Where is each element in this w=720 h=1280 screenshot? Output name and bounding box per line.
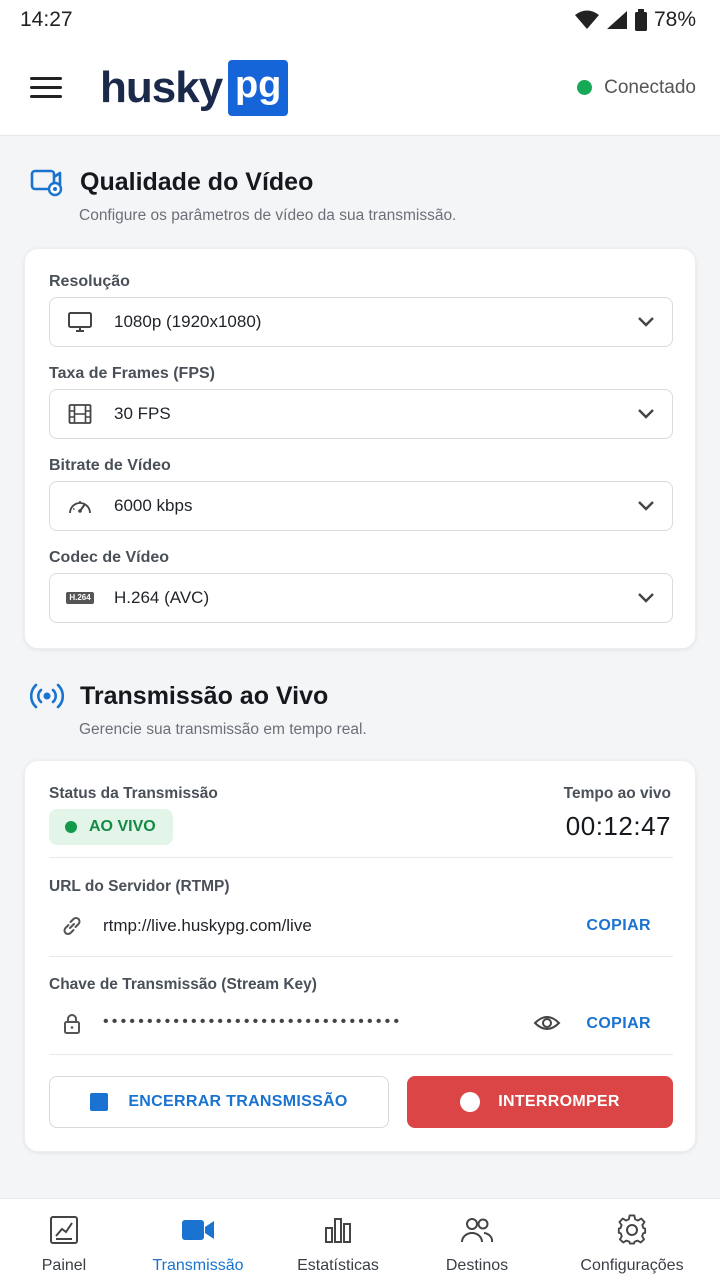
- divider: [49, 857, 673, 858]
- live-time-label: Tempo ao vivo: [563, 785, 671, 802]
- end-stream-button[interactable]: ENCERRAR TRANSMISSÃO: [49, 1076, 389, 1128]
- fps-select[interactable]: 30 FPS: [49, 389, 673, 439]
- resolution-value: 1080p (1920x1080): [114, 312, 262, 331]
- battery-icon: [634, 9, 647, 31]
- video-camera-icon: [181, 1213, 215, 1247]
- stream-status-label: Status da Transmissão: [49, 785, 218, 802]
- nav-item-estatisticas[interactable]: Estatísticas: [283, 1199, 393, 1280]
- signal-icon: [606, 11, 627, 29]
- codec-badge-icon: H.264: [66, 584, 94, 612]
- codec-label: Codec de Vídeo: [49, 549, 170, 566]
- live-header: Transmissão ao Vivo: [30, 681, 328, 711]
- menu-icon-line: [30, 86, 62, 89]
- nav-label: Configurações: [580, 1257, 684, 1274]
- status-badge-text: AO VIVO: [89, 818, 156, 835]
- bottom-nav: Painel Transmissão Estatísticas Destinos…: [0, 1198, 720, 1280]
- nav-label: Painel: [41, 1257, 87, 1274]
- stream-key-label: Chave de Transmissão (Stream Key): [49, 976, 317, 993]
- stop-square-icon: [90, 1093, 109, 1111]
- menu-button[interactable]: [30, 72, 62, 104]
- app-bar: husky pg Conectado: [0, 40, 720, 136]
- bitrate-label: Bitrate de Vídeo: [49, 457, 171, 474]
- interrupt-label: INTERROMPER: [498, 1093, 620, 1110]
- stream-key-value: ••••••••••••••••••••••••••••••••••: [103, 1013, 403, 1030]
- logo-wordmark: husky: [100, 62, 223, 112]
- menu-icon-line: [30, 77, 62, 80]
- copy-key-button[interactable]: COPIAR: [586, 1015, 651, 1033]
- live-timer: 00:12:47: [565, 811, 671, 841]
- nav-item-configuracoes[interactable]: Configurações: [567, 1199, 697, 1280]
- record-circle-icon: [460, 1092, 481, 1112]
- video-settings-icon: [30, 169, 63, 197]
- nav-item-destinos[interactable]: Destinos: [427, 1199, 527, 1280]
- live-title: Transmissão ao Vivo: [80, 681, 329, 710]
- wifi-icon: [574, 10, 599, 29]
- chevron-down-icon: [636, 404, 656, 424]
- speedometer-icon: [66, 492, 94, 520]
- gear-icon: [615, 1213, 649, 1247]
- link-icon: [59, 913, 85, 939]
- codec-badge-text: H.264: [66, 592, 94, 604]
- connection-dot: [577, 80, 593, 95]
- chevron-down-icon: [636, 588, 656, 608]
- fps-label: Taxa de Frames (FPS): [49, 365, 215, 382]
- video-quality-card: Resolução 1080p (1920x1080) Taxa de Fram…: [24, 248, 696, 649]
- nav-label: Estatísticas: [297, 1257, 379, 1274]
- status-badge: AO VIVO: [49, 809, 173, 845]
- live-dot: [65, 821, 77, 833]
- bitrate-value: 6000 kbps: [114, 496, 193, 515]
- resolution-label: Resolução: [49, 273, 130, 290]
- live-card: Status da Transmissão AO VIVO Tempo ao v…: [24, 760, 696, 1152]
- connection-status: Conectado: [577, 77, 696, 99]
- nav-item-transmissao[interactable]: Transmissão: [138, 1199, 258, 1280]
- dashboard-icon: [47, 1213, 81, 1247]
- end-stream-label: ENCERRAR TRANSMISSÃO: [128, 1093, 348, 1110]
- server-url-label: URL do Servidor (RTMP): [49, 878, 230, 895]
- server-url-value: rtmp://live.huskypg.com/live: [103, 916, 312, 935]
- bar-chart-icon: [321, 1213, 355, 1247]
- lock-icon: [59, 1011, 85, 1037]
- chevron-down-icon: [636, 312, 656, 332]
- nav-label: Transmissão: [152, 1257, 244, 1274]
- nav-label: Destinos: [445, 1257, 509, 1274]
- divider: [49, 956, 673, 957]
- interrupt-button[interactable]: INTERROMPER: [407, 1076, 673, 1128]
- bitrate-select[interactable]: 6000 kbps: [49, 481, 673, 531]
- copy-url-button[interactable]: COPIAR: [586, 917, 651, 935]
- show-key-eye-icon[interactable]: [533, 1009, 561, 1037]
- app-logo: husky pg: [100, 59, 289, 116]
- divider: [49, 1054, 673, 1055]
- chevron-down-icon: [636, 496, 656, 516]
- video-quality-header: Qualidade do Vídeo: [30, 167, 313, 197]
- logo-badge: pg: [228, 59, 289, 116]
- status-bar: 14:27 78%: [0, 0, 720, 40]
- nav-item-painel[interactable]: Painel: [14, 1199, 114, 1280]
- video-quality-title: Qualidade do Vídeo: [80, 167, 314, 196]
- broadcast-icon: [30, 683, 64, 709]
- film-icon: [66, 400, 94, 428]
- resolution-select[interactable]: 1080p (1920x1080): [49, 297, 673, 347]
- connection-label: Conectado: [604, 76, 696, 98]
- monitor-icon: [66, 308, 94, 336]
- menu-icon-line: [30, 95, 62, 98]
- codec-select[interactable]: H.264 H.264 (AVC): [49, 573, 673, 623]
- status-icons: 78%: [574, 8, 696, 32]
- codec-value: H.264 (AVC): [114, 588, 210, 607]
- fps-value: 30 FPS: [114, 404, 171, 423]
- clock: 14:27: [20, 8, 73, 31]
- users-icon: [460, 1213, 494, 1247]
- video-quality-subtitle: Configure os parâmetros de vídeo da sua …: [79, 207, 457, 224]
- battery-level: 78%: [653, 8, 696, 31]
- live-subtitle: Gerencie sua transmissão em tempo real.: [79, 721, 367, 738]
